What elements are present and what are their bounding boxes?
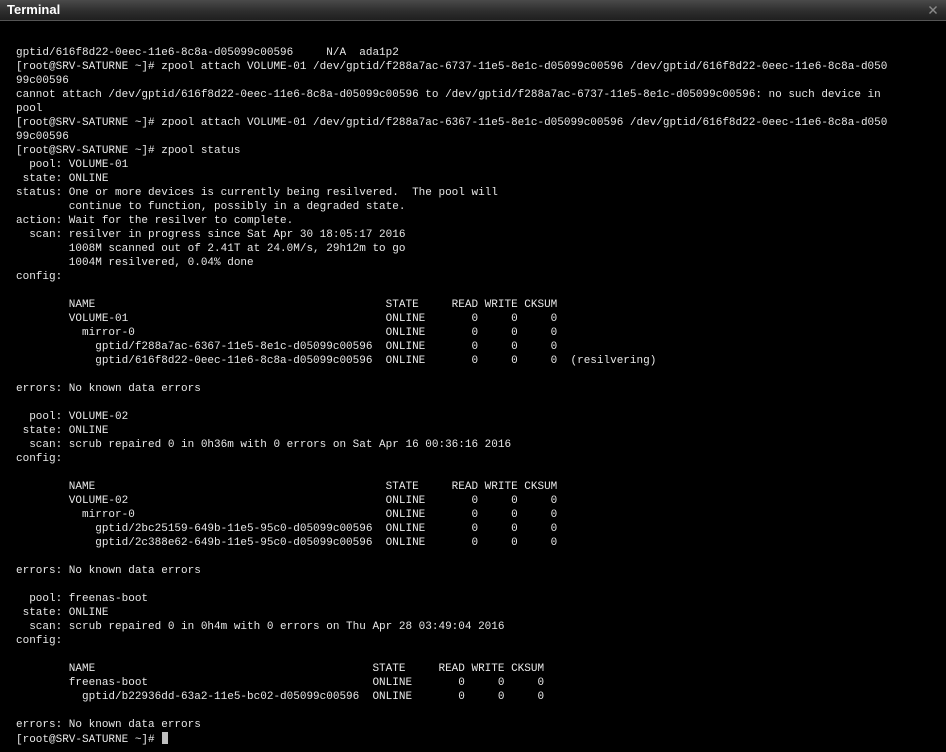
terminal-line: [root@SRV-SATURNE ~]# zpool attach VOLUM… (16, 61, 888, 73)
terminal-line: NAME STATE READ WRITE CKSUM (16, 663, 545, 675)
shell-prompt: [root@SRV-SATURNE ~]# (16, 734, 162, 746)
terminal-line: errors: No known data errors (16, 719, 201, 731)
terminal-line: mirror-0 ONLINE 0 0 0 (16, 509, 558, 521)
terminal-line: gptid/b22936dd-63a2-11e5-bc02-d05099c005… (16, 691, 545, 703)
text-cursor (162, 732, 169, 744)
terminal-line: state: ONLINE (16, 425, 109, 437)
title-bar[interactable]: Terminal (0, 0, 946, 21)
terminal-line: 99c00596 (16, 131, 69, 143)
terminal-window: Terminal gptid/616f8d22-0eec-11e6-8c8a-d… (0, 0, 946, 752)
command-prompt-line[interactable]: [root@SRV-SATURNE ~]# (16, 732, 938, 746)
terminal-line: gptid/2c388e62-649b-11e5-95c0-d05099c005… (16, 537, 558, 549)
terminal-line: gptid/616f8d22-0eec-11e6-8c8a-d05099c005… (16, 355, 657, 367)
terminal-line: scan: scrub repaired 0 in 0h4m with 0 er… (16, 621, 505, 633)
terminal-line: VOLUME-02 ONLINE 0 0 0 (16, 495, 558, 507)
terminal-line: NAME STATE READ WRITE CKSUM (16, 299, 558, 311)
terminal-line: pool: VOLUME-01 (16, 159, 129, 171)
terminal-line: gptid/f288a7ac-6367-11e5-8e1c-d05099c005… (16, 341, 558, 353)
terminal-line: cannot attach /dev/gptid/616f8d22-0eec-1… (16, 89, 881, 101)
terminal-line: config: (16, 453, 63, 465)
terminal-line: [root@SRV-SATURNE ~]# zpool status (16, 145, 241, 157)
terminal-line: pool (16, 103, 43, 115)
terminal-line: 1008M scanned out of 2.41T at 24.0M/s, 2… (16, 243, 406, 255)
terminal-line: 1004M resilvered, 0.04% done (16, 257, 254, 269)
terminal-line: VOLUME-01 ONLINE 0 0 0 (16, 313, 558, 325)
terminal-line: pool: VOLUME-02 (16, 411, 129, 423)
terminal-line: gptid/616f8d22-0eec-11e6-8c8a-d05099c005… (16, 47, 399, 59)
terminal-line: freenas-boot ONLINE 0 0 0 (16, 677, 545, 689)
terminal-line: errors: No known data errors (16, 383, 201, 395)
terminal-line: 99c00596 (16, 75, 69, 87)
terminal-output[interactable]: gptid/616f8d22-0eec-11e6-8c8a-d05099c005… (16, 46, 938, 752)
window-title: Terminal (7, 2, 61, 17)
terminal-line: state: ONLINE (16, 173, 109, 185)
terminal-line: [root@SRV-SATURNE ~]# zpool attach VOLUM… (16, 117, 888, 129)
terminal-line: config: (16, 271, 63, 283)
terminal-line: NAME STATE READ WRITE CKSUM (16, 481, 558, 493)
terminal-line: status: One or more devices is currently… (16, 187, 498, 199)
terminal-line: scan: scrub repaired 0 in 0h36m with 0 e… (16, 439, 512, 451)
terminal-line: errors: No known data errors (16, 565, 201, 577)
close-icon[interactable] (926, 3, 940, 17)
terminal-lines: gptid/616f8d22-0eec-11e6-8c8a-d05099c005… (16, 46, 938, 732)
terminal-line: mirror-0 ONLINE 0 0 0 (16, 327, 558, 339)
terminal-line: action: Wait for the resilver to complet… (16, 215, 294, 227)
terminal-line: continue to function, possibly in a degr… (16, 201, 406, 213)
terminal-line: state: ONLINE (16, 607, 109, 619)
terminal-line: gptid/2bc25159-649b-11e5-95c0-d05099c005… (16, 523, 558, 535)
terminal-line: pool: freenas-boot (16, 593, 149, 605)
terminal-line: config: (16, 635, 63, 647)
terminal-line: scan: resilver in progress since Sat Apr… (16, 229, 406, 241)
